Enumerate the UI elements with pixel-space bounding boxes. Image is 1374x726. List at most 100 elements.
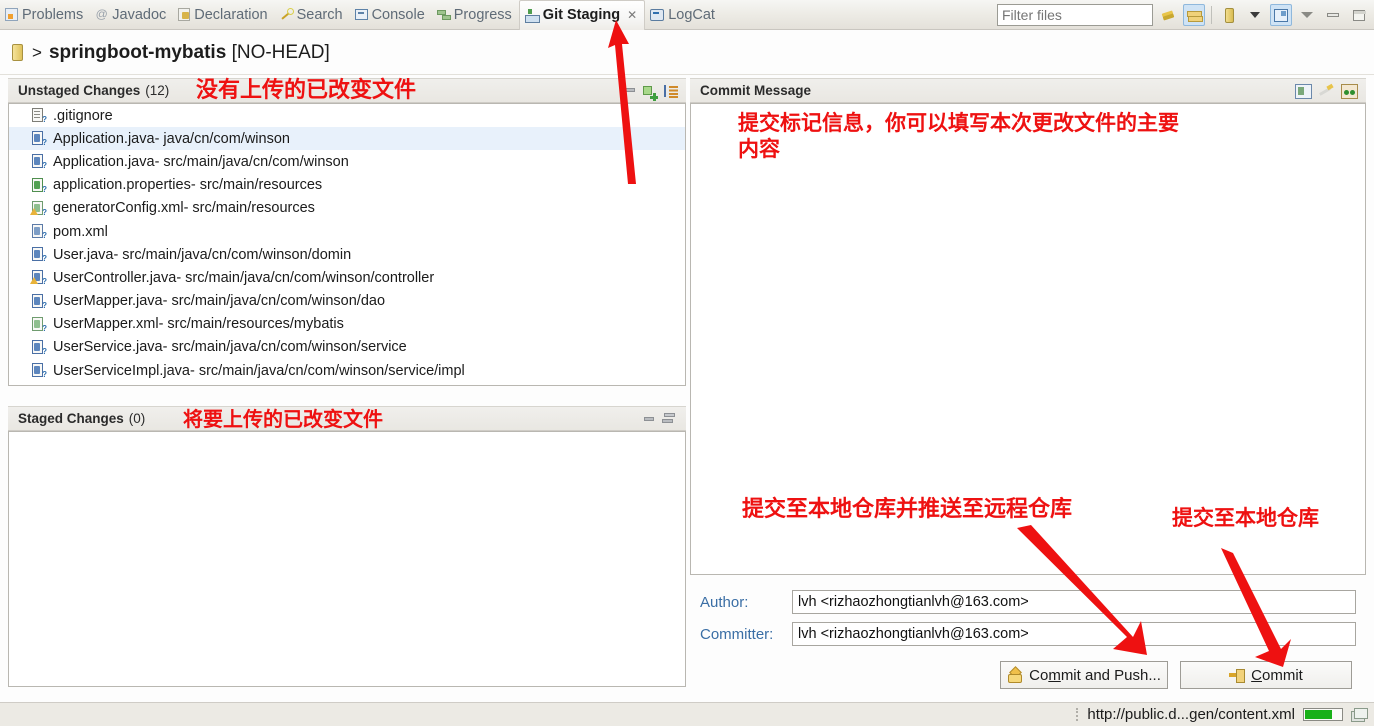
commit-message-header: Commit Message — [690, 78, 1366, 103]
unstaged-changes-panel: Unstaged Changes (12) ? .gitignore? Applic… — [8, 78, 686, 403]
unstaged-changes-title: Unstaged Changes — [18, 83, 141, 98]
filter-files-input[interactable] — [997, 4, 1153, 26]
commit-and-push-button[interactable]: Commit and Push... — [1000, 661, 1168, 689]
table-row[interactable]: ? User.java - src/main/java/cn/com/winson… — [9, 243, 685, 266]
annotation-commit-push: 提交至本地仓库并推送至远程仓库 — [742, 497, 1073, 522]
file-type-icon: ? — [31, 293, 47, 309]
file-path: - src/main/java/cn/com/winson/domin — [113, 246, 352, 263]
annotation-commit-message: 提交标记信息，你可以填写本次更改文件的主要 内容 — [738, 111, 1179, 162]
staged-file-list[interactable] — [8, 431, 686, 687]
file-path: - src/main/java/cn/com/winson/dao — [162, 293, 386, 310]
repository-header: > springboot-mybatis [NO-HEAD] — [0, 31, 1374, 75]
close-icon[interactable]: ✕ — [627, 8, 637, 22]
file-path: - src/main/resources/mybatis — [158, 316, 344, 333]
committer-row: Committer: — [700, 622, 1356, 646]
refresh-button[interactable] — [1157, 4, 1179, 26]
dropdown-caret-icon — [1250, 12, 1260, 18]
repository-icon — [12, 44, 23, 61]
search-icon — [280, 8, 294, 21]
view-toolbar — [997, 0, 1370, 30]
file-name: UserService.java — [53, 339, 163, 356]
staged-changes-count: (0) — [128, 411, 146, 426]
table-row[interactable]: ? pom.xml — [9, 220, 685, 243]
repository-button[interactable] — [1218, 4, 1240, 26]
add-all-icon[interactable] — [643, 85, 658, 101]
table-row[interactable]: ? Application.java - src/main/java/cn/com… — [9, 150, 685, 173]
file-name: User.java — [53, 246, 114, 263]
unstage-icon[interactable] — [642, 413, 656, 426]
annotation-commit: 提交至本地仓库 — [1172, 506, 1319, 530]
sort-icon[interactable] — [664, 85, 678, 98]
tab-git-staging-label: Git Staging — [542, 7, 621, 23]
tab-declaration[interactable]: Declaration — [173, 0, 274, 30]
file-path: - java/cn/com/winson — [154, 130, 290, 147]
layout-toggle-icon — [1274, 8, 1288, 22]
minimize-button[interactable] — [1322, 4, 1344, 26]
committer-input[interactable] — [792, 622, 1356, 646]
table-row[interactable]: ? .gitignore — [9, 104, 685, 127]
maximize-button[interactable] — [1348, 4, 1370, 26]
table-row[interactable]: ? UserService.java - src/main/java/cn/com… — [9, 336, 685, 359]
tab-logcat-label: LogCat — [668, 6, 715, 23]
tab-logcat[interactable]: LogCat — [645, 0, 722, 30]
table-row[interactable]: ? UserMapper.java - src/main/java/cn/com/… — [9, 290, 685, 313]
tab-search[interactable]: Search — [275, 0, 350, 30]
amend-icon[interactable] — [1318, 84, 1335, 99]
tab-javadoc[interactable]: @ Javadoc — [90, 0, 173, 30]
file-name: pom.xml — [53, 223, 108, 240]
tab-progress[interactable]: Progress — [432, 0, 519, 30]
staged-panel-tools — [642, 407, 678, 432]
table-row[interactable]: ? generatorConfig.xml - src/main/resource… — [9, 197, 685, 220]
breadcrumb-separator: > — [32, 42, 42, 62]
commit-button[interactable]: Commit — [1180, 661, 1352, 689]
file-path: - src/main/resources — [190, 177, 323, 194]
file-path: - src/main/java/cn/com/winson/controller — [176, 269, 435, 286]
repository-dropdown-button[interactable] — [1244, 4, 1266, 26]
progress-fill — [1305, 710, 1332, 719]
table-row[interactable]: ? application.properties - src/main/resou… — [9, 174, 685, 197]
add-signed-off-icon[interactable] — [1295, 84, 1312, 99]
repository-icon — [1224, 7, 1234, 23]
tab-git-staging[interactable]: Git Staging ✕ — [518, 0, 646, 30]
unstaged-panel-tools — [623, 79, 678, 104]
author-input[interactable] — [792, 590, 1356, 614]
table-row[interactable]: ? UserController.java - src/main/java/cn/… — [9, 266, 685, 289]
table-row[interactable]: ? Application.java - java/cn/com/winson — [9, 127, 685, 151]
staged-changes-panel: Staged Changes (0) — [8, 406, 686, 691]
file-name: .gitignore — [53, 107, 113, 124]
table-row[interactable]: ? UserMapper.xml - src/main/resources/myb… — [9, 313, 685, 336]
synchronize-icon — [1186, 8, 1203, 22]
layout-toggle-button[interactable] — [1270, 4, 1292, 26]
table-row[interactable]: ? UserServiceImpl.java - src/main/java/cn… — [9, 359, 685, 382]
staged-changes-title: Staged Changes — [18, 411, 124, 426]
author-row: Author: — [700, 590, 1356, 614]
file-type-icon: ? — [31, 131, 47, 147]
tab-search-label: Search — [296, 6, 343, 23]
file-name: application.properties — [53, 177, 191, 194]
tab-console[interactable]: Console — [350, 0, 432, 30]
stage-icon[interactable] — [623, 85, 637, 98]
view-menu-button[interactable] — [1296, 4, 1318, 26]
tab-declaration-label: Declaration — [194, 6, 268, 23]
background-jobs-icon[interactable] — [1351, 708, 1368, 722]
annotation-unstaged: 没有上传的已改变文件 — [196, 78, 417, 103]
eclipse-git-staging-view: Problems @ Javadoc Declaration Search Co… — [0, 0, 1374, 726]
add-change-id-icon[interactable] — [1341, 84, 1358, 99]
minimize-icon — [1327, 13, 1339, 17]
tab-problems[interactable]: Problems — [0, 0, 90, 30]
synchronize-button[interactable] — [1183, 4, 1205, 26]
file-type-icon: ? — [31, 108, 47, 124]
file-type-icon: ? — [31, 247, 47, 263]
file-name: UserMapper.java — [53, 293, 163, 310]
unstaged-changes-count: (12) — [145, 83, 170, 98]
annotation-staged: 将要上传的已改变文件 — [183, 407, 383, 431]
file-name: Application.java — [53, 130, 155, 147]
declaration-icon — [178, 8, 191, 21]
commit-icon — [1229, 668, 1246, 683]
commit-message-title: Commit Message — [700, 83, 812, 98]
unstaged-file-list[interactable]: ? .gitignore? Application.java - java/cn/c… — [8, 103, 686, 386]
unstage-all-icon[interactable] — [662, 412, 678, 427]
tab-console-label: Console — [371, 6, 425, 23]
file-path: - src/main/resources — [183, 200, 315, 217]
progress-icon — [436, 9, 451, 20]
